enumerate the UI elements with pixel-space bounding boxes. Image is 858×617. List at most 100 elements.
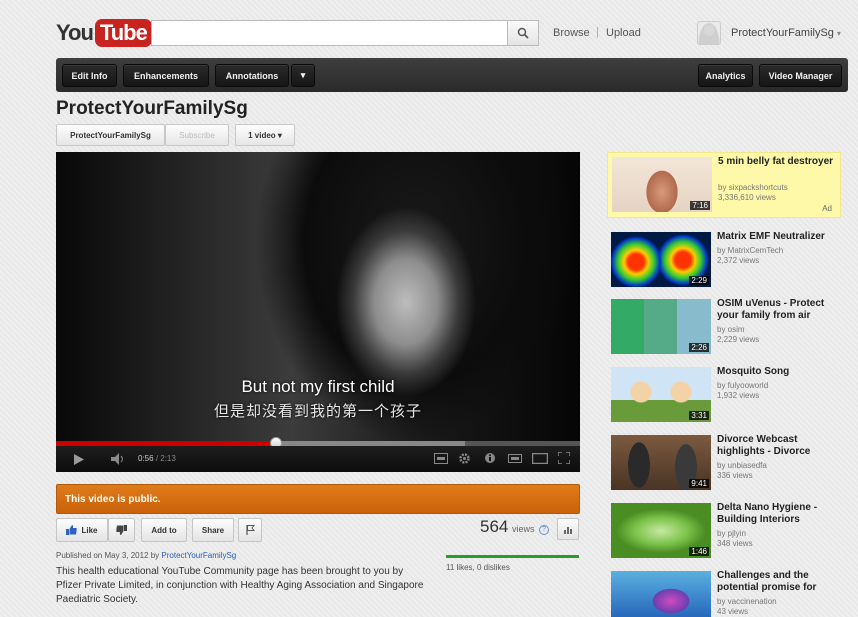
video-thumbnail[interactable]: 3:31 (611, 367, 711, 422)
bar-chart-icon (567, 527, 569, 534)
video-player[interactable]: But not my first child 但是却没看到我的第一个孩子 0:5… (56, 152, 580, 472)
subscribe-button[interactable]: Subscribe (165, 124, 229, 146)
upload-link[interactable]: Upload (606, 27, 641, 39)
video-count-dropdown[interactable]: 1 video ▾ (235, 124, 295, 146)
related-video-title[interactable]: Delta Nano Hygiene - Building Interiors (717, 502, 841, 526)
related-video-author: by unbiasedfa (717, 461, 767, 470)
video-duration: 7:16 (690, 201, 710, 210)
edit-info-button[interactable]: Edit Info (62, 64, 117, 87)
browse-link[interactable]: Browse (553, 27, 590, 39)
caption-english: But not my first child (241, 377, 395, 396)
more-options-button[interactable]: ▾ (291, 64, 315, 87)
related-video-ad[interactable]: 7:16 5 min belly fat destroyer by sixpac… (607, 152, 841, 218)
flag-button[interactable] (238, 518, 262, 542)
like-label: Like (81, 525, 98, 535)
related-video-item[interactable]: 2:29 Matrix EMF Neutralizer by MatrixCem… (607, 228, 841, 294)
related-video-author: by fulyooworld (717, 381, 769, 390)
small-player-icon[interactable] (508, 454, 522, 463)
related-video-author: by pjlyin (717, 529, 746, 538)
video-manager-button[interactable]: Video Manager (759, 64, 842, 87)
video-thumbnail[interactable]: 2:26 (611, 299, 711, 354)
annotations-toggle-icon[interactable] (484, 452, 496, 464)
related-video-title[interactable]: Divorce Webcast highlights - Divorce (717, 434, 841, 458)
channel-name-button[interactable]: ProtectYourFamilySg (56, 124, 165, 146)
related-video-author: by vaccinenation (717, 597, 777, 606)
logo-tube-text: Tube (94, 19, 152, 47)
related-video-author: by osim (717, 325, 745, 334)
video-thumbnail[interactable]: 9:41 (611, 435, 711, 490)
thumbs-up-icon (66, 525, 78, 535)
thumbs-down-icon (116, 525, 127, 535)
video-duration: 2:29 (689, 276, 709, 285)
related-video-item[interactable]: 1:46 Delta Nano Hygiene - Building Inter… (607, 499, 841, 565)
enhancements-button[interactable]: Enhancements (123, 64, 209, 87)
related-video-title[interactable]: Challenges and the potential promise for (717, 570, 841, 594)
add-to-button[interactable]: Add to (141, 518, 187, 542)
play-icon[interactable] (74, 454, 84, 465)
gear-icon[interactable] (458, 452, 471, 465)
search-button[interactable] (507, 20, 539, 46)
chevron-down-icon: ▾ (836, 28, 841, 38)
account-menu[interactable]: ProtectYourFamilySg ▾ (697, 19, 847, 47)
video-thumbnail[interactable]: 2:29 (611, 232, 711, 287)
video-description: This health educational YouTube Communit… (56, 566, 424, 605)
statistics-button[interactable] (557, 518, 579, 540)
share-button[interactable]: Share (192, 518, 234, 542)
volume-icon[interactable] (111, 453, 127, 465)
related-video-author: by sixpackshortcuts (718, 183, 788, 192)
captions-icon[interactable] (434, 453, 448, 464)
flag-icon (245, 525, 255, 535)
related-video-title[interactable]: Matrix EMF Neutralizer (717, 231, 841, 243)
search-icon (517, 27, 529, 39)
likes-dislikes-count: 11 likes, 0 dislikes (446, 563, 510, 572)
views-label: views (512, 524, 535, 534)
dislike-button[interactable] (108, 518, 135, 542)
video-duration: 9:41 (689, 479, 709, 488)
account-name: ProtectYourFamilySg (731, 27, 834, 39)
video-thumbnail[interactable]: 7:16 (612, 157, 712, 212)
time-duration: / 2:13 (155, 454, 176, 463)
video-duration: 1:46 (689, 547, 709, 556)
video-duration: 2:26 (689, 343, 709, 352)
owner-toolbar: Edit Info Enhancements Annotations ▾ Ana… (56, 58, 848, 92)
related-video-title[interactable]: 5 min belly fat destroyer (718, 156, 842, 168)
like-ratio-bar (446, 555, 579, 558)
logo-you-text: You (56, 20, 94, 45)
related-video-title[interactable]: Mosquito Song (717, 366, 841, 378)
published-line: Published on May 3, 2012 by ProtectYourF… (56, 551, 236, 560)
related-video-views: 348 views (717, 539, 753, 548)
published-date: Published on May 3, 2012 by (56, 551, 162, 560)
video-duration: 3:31 (689, 411, 709, 420)
youtube-logo[interactable]: You Tube (56, 18, 152, 48)
related-video-views: 2,229 views (717, 335, 760, 344)
time-current: 0:56 (138, 454, 154, 463)
related-video-views: 336 views (717, 471, 753, 480)
caption-chinese: 但是却没看到我的第一个孩子 (213, 403, 422, 420)
related-video-views: 2,372 views (717, 256, 760, 265)
view-count: 564 (480, 517, 509, 536)
bar-chart-icon (564, 530, 566, 534)
related-video-views: 3,336,610 views (718, 193, 776, 202)
uploader-link[interactable]: ProtectYourFamilySg (161, 551, 236, 560)
related-video-item[interactable]: 2:26 OSIM uVenus - Protect your family f… (607, 295, 841, 361)
related-video-author: by MatrixCemTech (717, 246, 784, 255)
help-icon[interactable]: ? (539, 525, 549, 535)
related-video-item[interactable]: 9:41 Divorce Webcast highlights - Divorc… (607, 431, 841, 497)
related-video-views: 1,932 views (717, 391, 760, 400)
related-video-item[interactable]: 3:31 Mosquito Song by fulyooworld 1,932 … (607, 363, 841, 429)
video-thumbnail[interactable] (611, 571, 711, 617)
related-video-title[interactable]: OSIM uVenus - Protect your family from a… (717, 298, 841, 322)
video-thumbnail[interactable]: 1:46 (611, 503, 711, 558)
avatar (697, 21, 721, 45)
related-video-views: 43 views (717, 607, 749, 616)
search-input[interactable] (151, 20, 507, 46)
related-video-item[interactable]: Challenges and the potential promise for… (607, 567, 841, 617)
like-button[interactable]: Like (56, 518, 108, 542)
fullscreen-icon[interactable] (558, 452, 570, 464)
large-player-icon[interactable] (532, 453, 548, 464)
visibility-banner: This video is public. (56, 484, 580, 514)
player-controls: 0:56 / 2:13 (56, 446, 580, 472)
annotations-button[interactable]: Annotations (215, 64, 289, 87)
nav-separator: | (596, 26, 599, 38)
analytics-button[interactable]: Analytics (698, 64, 753, 87)
